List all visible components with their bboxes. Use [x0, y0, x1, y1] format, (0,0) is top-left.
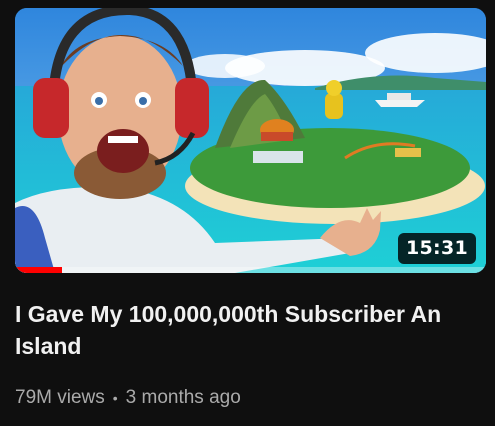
- video-thumbnail[interactable]: 15:31: [15, 8, 486, 273]
- view-count: 79M views: [15, 387, 105, 408]
- video-card[interactable]: 15:31 I Gave My 100,000,000th Subscriber…: [0, 0, 495, 426]
- video-title[interactable]: I Gave My 100,000,000th Subscriber An Is…: [15, 298, 475, 362]
- duration-badge: 15:31: [398, 233, 476, 264]
- upload-age: 3 months ago: [125, 387, 241, 408]
- meta-separator: •: [112, 390, 118, 406]
- watch-progress-bar: [15, 267, 486, 273]
- watch-progress-fill: [15, 267, 63, 273]
- video-metadata: 79M views • 3 months ago: [15, 386, 241, 410]
